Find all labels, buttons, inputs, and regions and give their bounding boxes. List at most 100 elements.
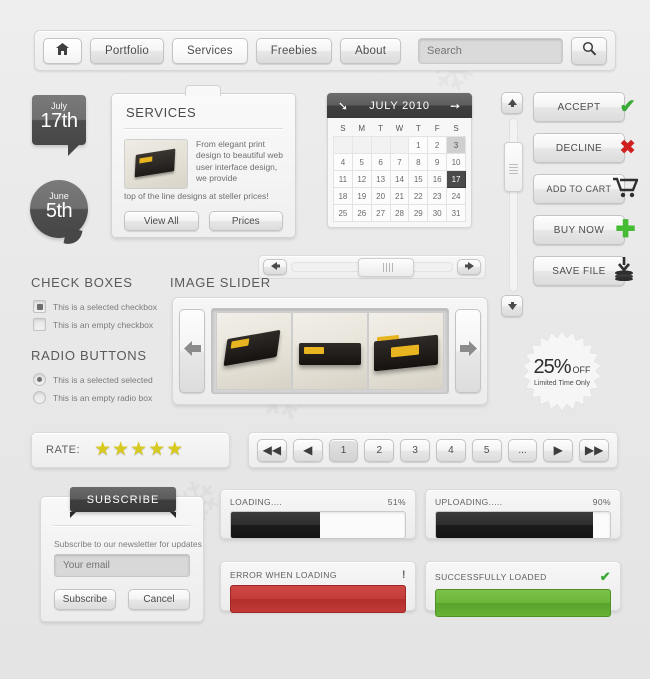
star-icon[interactable]: ★	[112, 439, 129, 460]
calendar-week-row: 25 26 27 28 29 30 31	[333, 204, 466, 222]
calendar-day-15[interactable]: 15	[408, 170, 429, 188]
scroll-handle[interactable]	[504, 142, 523, 192]
nav-item-services[interactable]: Services	[172, 37, 248, 64]
accept-button[interactable]: ACCEPT ✔	[533, 92, 636, 122]
calendar-day-20[interactable]: 20	[370, 187, 391, 205]
check-icon: ✔	[599, 569, 611, 584]
slider-next-button[interactable]	[455, 309, 481, 393]
calendar-day-6[interactable]: 6	[370, 153, 391, 171]
arrow-left-icon	[270, 262, 280, 272]
calendar-day-17[interactable]: 17	[446, 170, 466, 188]
checkbox-row-selected[interactable]: This is a selected checkbox	[33, 300, 157, 313]
radio-row-selected[interactable]: This is a selected selected	[33, 373, 153, 386]
decline-button[interactable]: DECLINE ✖	[533, 133, 636, 163]
calendar-day-9[interactable]: 9	[427, 153, 448, 171]
calendar-day-13[interactable]: 13	[370, 170, 391, 188]
calendar-day-4[interactable]: 4	[333, 153, 353, 171]
save-file-button[interactable]: SAVE FILE	[533, 256, 633, 286]
view-all-button[interactable]: View All	[124, 211, 199, 232]
star-icon[interactable]: ★	[166, 439, 183, 460]
calendar-day-26[interactable]: 26	[351, 204, 372, 222]
search-button[interactable]	[571, 36, 607, 65]
slider-image-1[interactable]	[216, 312, 292, 390]
slider-prev-button[interactable]	[179, 309, 205, 393]
calendar-day-14[interactable]: 14	[389, 170, 410, 188]
calendar-day-28[interactable]: 28	[389, 204, 410, 222]
star-icon[interactable]: ★	[130, 439, 147, 460]
calendar-day-23[interactable]: 23	[427, 187, 448, 205]
calendar-day-12[interactable]: 12	[351, 170, 372, 188]
subscribe-cancel-button[interactable]: Cancel	[128, 589, 190, 610]
pagination-page-2[interactable]: 2	[364, 438, 395, 462]
pagination-ellipsis[interactable]: ...	[507, 438, 538, 462]
add-to-cart-button[interactable]: ADD TO CART	[533, 174, 639, 204]
pagination-last[interactable]: ▶▶	[579, 438, 609, 462]
calendar-day-18[interactable]: 18	[333, 187, 353, 205]
search-input[interactable]	[418, 37, 563, 64]
calendar-day-5[interactable]: 5	[351, 153, 372, 171]
calendar-day-29[interactable]: 29	[408, 204, 429, 222]
scroll-right-button[interactable]	[457, 259, 481, 275]
radio-row-empty[interactable]: This is an empty radio box	[33, 391, 152, 404]
calendar-day-25[interactable]: 25	[333, 204, 353, 222]
calendar-day-11[interactable]: 11	[333, 170, 353, 188]
pagination-page-3[interactable]: 3	[400, 438, 430, 462]
alert-label: SUCCESSFULLY LOADED	[435, 572, 547, 582]
calendar-day-10[interactable]: 10	[446, 153, 466, 171]
horizontal-scrollbar[interactable]	[258, 255, 486, 279]
calendar-day-21[interactable]: 21	[389, 187, 410, 205]
calendar-prev-icon[interactable]: ➘	[338, 99, 349, 113]
radio-checked-icon[interactable]	[33, 373, 46, 386]
subscribe-submit-button[interactable]: Subscribe	[54, 589, 116, 610]
vertical-scrollbar[interactable]	[501, 92, 523, 317]
buy-now-button[interactable]: BUY NOW ✚	[533, 215, 636, 245]
calendar-day-2[interactable]: 2	[427, 136, 448, 154]
scroll-track[interactable]	[291, 258, 453, 277]
calendar-day-3[interactable]: 3	[446, 136, 466, 154]
prices-button[interactable]: Prices	[208, 211, 283, 232]
calendar-day-19[interactable]: 19	[351, 187, 372, 205]
alert-label: ERROR WHEN LOADING	[230, 570, 337, 580]
scroll-up-button[interactable]	[501, 92, 523, 114]
nav-label: Portfolio	[105, 44, 149, 57]
radio-label: This is an empty radio box	[53, 392, 153, 403]
nav-home-button[interactable]	[43, 37, 82, 64]
rating-stars[interactable]: ★★★★★	[94, 440, 184, 460]
pagination-page-5[interactable]: 5	[471, 438, 502, 462]
pagination-page-1[interactable]: 1	[328, 438, 359, 462]
button-label: ADD TO CART	[546, 184, 612, 194]
scroll-handle[interactable]	[358, 258, 414, 277]
star-icon[interactable]: ★	[94, 439, 111, 460]
slider-image-2[interactable]	[292, 312, 368, 390]
calendar-day-16[interactable]: 16	[427, 170, 448, 188]
email-input[interactable]	[54, 554, 190, 577]
scroll-down-button[interactable]	[501, 295, 523, 317]
slider-image-3[interactable]	[368, 312, 444, 390]
radio-empty-icon[interactable]	[33, 391, 46, 404]
calendar-next-icon[interactable]: ➙	[450, 99, 461, 113]
calendar-day-31[interactable]: 31	[446, 204, 466, 222]
button-label: DECLINE	[555, 142, 603, 154]
calendar-day-8[interactable]: 8	[408, 153, 429, 171]
checkbox-row-empty[interactable]: This is an empty checkbox	[33, 318, 153, 331]
nav-item-portfolio[interactable]: Portfolio	[90, 37, 164, 64]
calendar-day-7[interactable]: 7	[389, 153, 410, 171]
calendar-day-30[interactable]: 30	[427, 204, 448, 222]
home-icon	[56, 43, 69, 58]
scroll-left-button[interactable]	[263, 259, 287, 275]
pagination-prev[interactable]: ◀	[292, 438, 323, 462]
checkbox-empty-icon[interactable]	[33, 318, 46, 331]
star-icon[interactable]: ★	[148, 439, 165, 460]
checkbox-checked-icon[interactable]	[33, 300, 46, 313]
nav-item-about[interactable]: About	[340, 37, 402, 64]
nav-item-freebies[interactable]: Freebies	[255, 37, 333, 64]
pagination-first[interactable]: ◀◀	[257, 438, 287, 462]
calendar-day-27[interactable]: 27	[370, 204, 391, 222]
calendar-day-24[interactable]: 24	[446, 187, 466, 205]
calendar-day-1[interactable]: 1	[408, 136, 429, 154]
calendar-day-22[interactable]: 22	[408, 187, 429, 205]
badge-text: 25% OFF Limited Time Only	[521, 330, 603, 412]
action-button-group: ACCEPT ✔ DECLINE ✖ ADD TO CART BUY NOW ✚…	[533, 92, 639, 297]
pagination-page-4[interactable]: 4	[436, 438, 466, 462]
pagination-next[interactable]: ▶	[543, 438, 574, 462]
